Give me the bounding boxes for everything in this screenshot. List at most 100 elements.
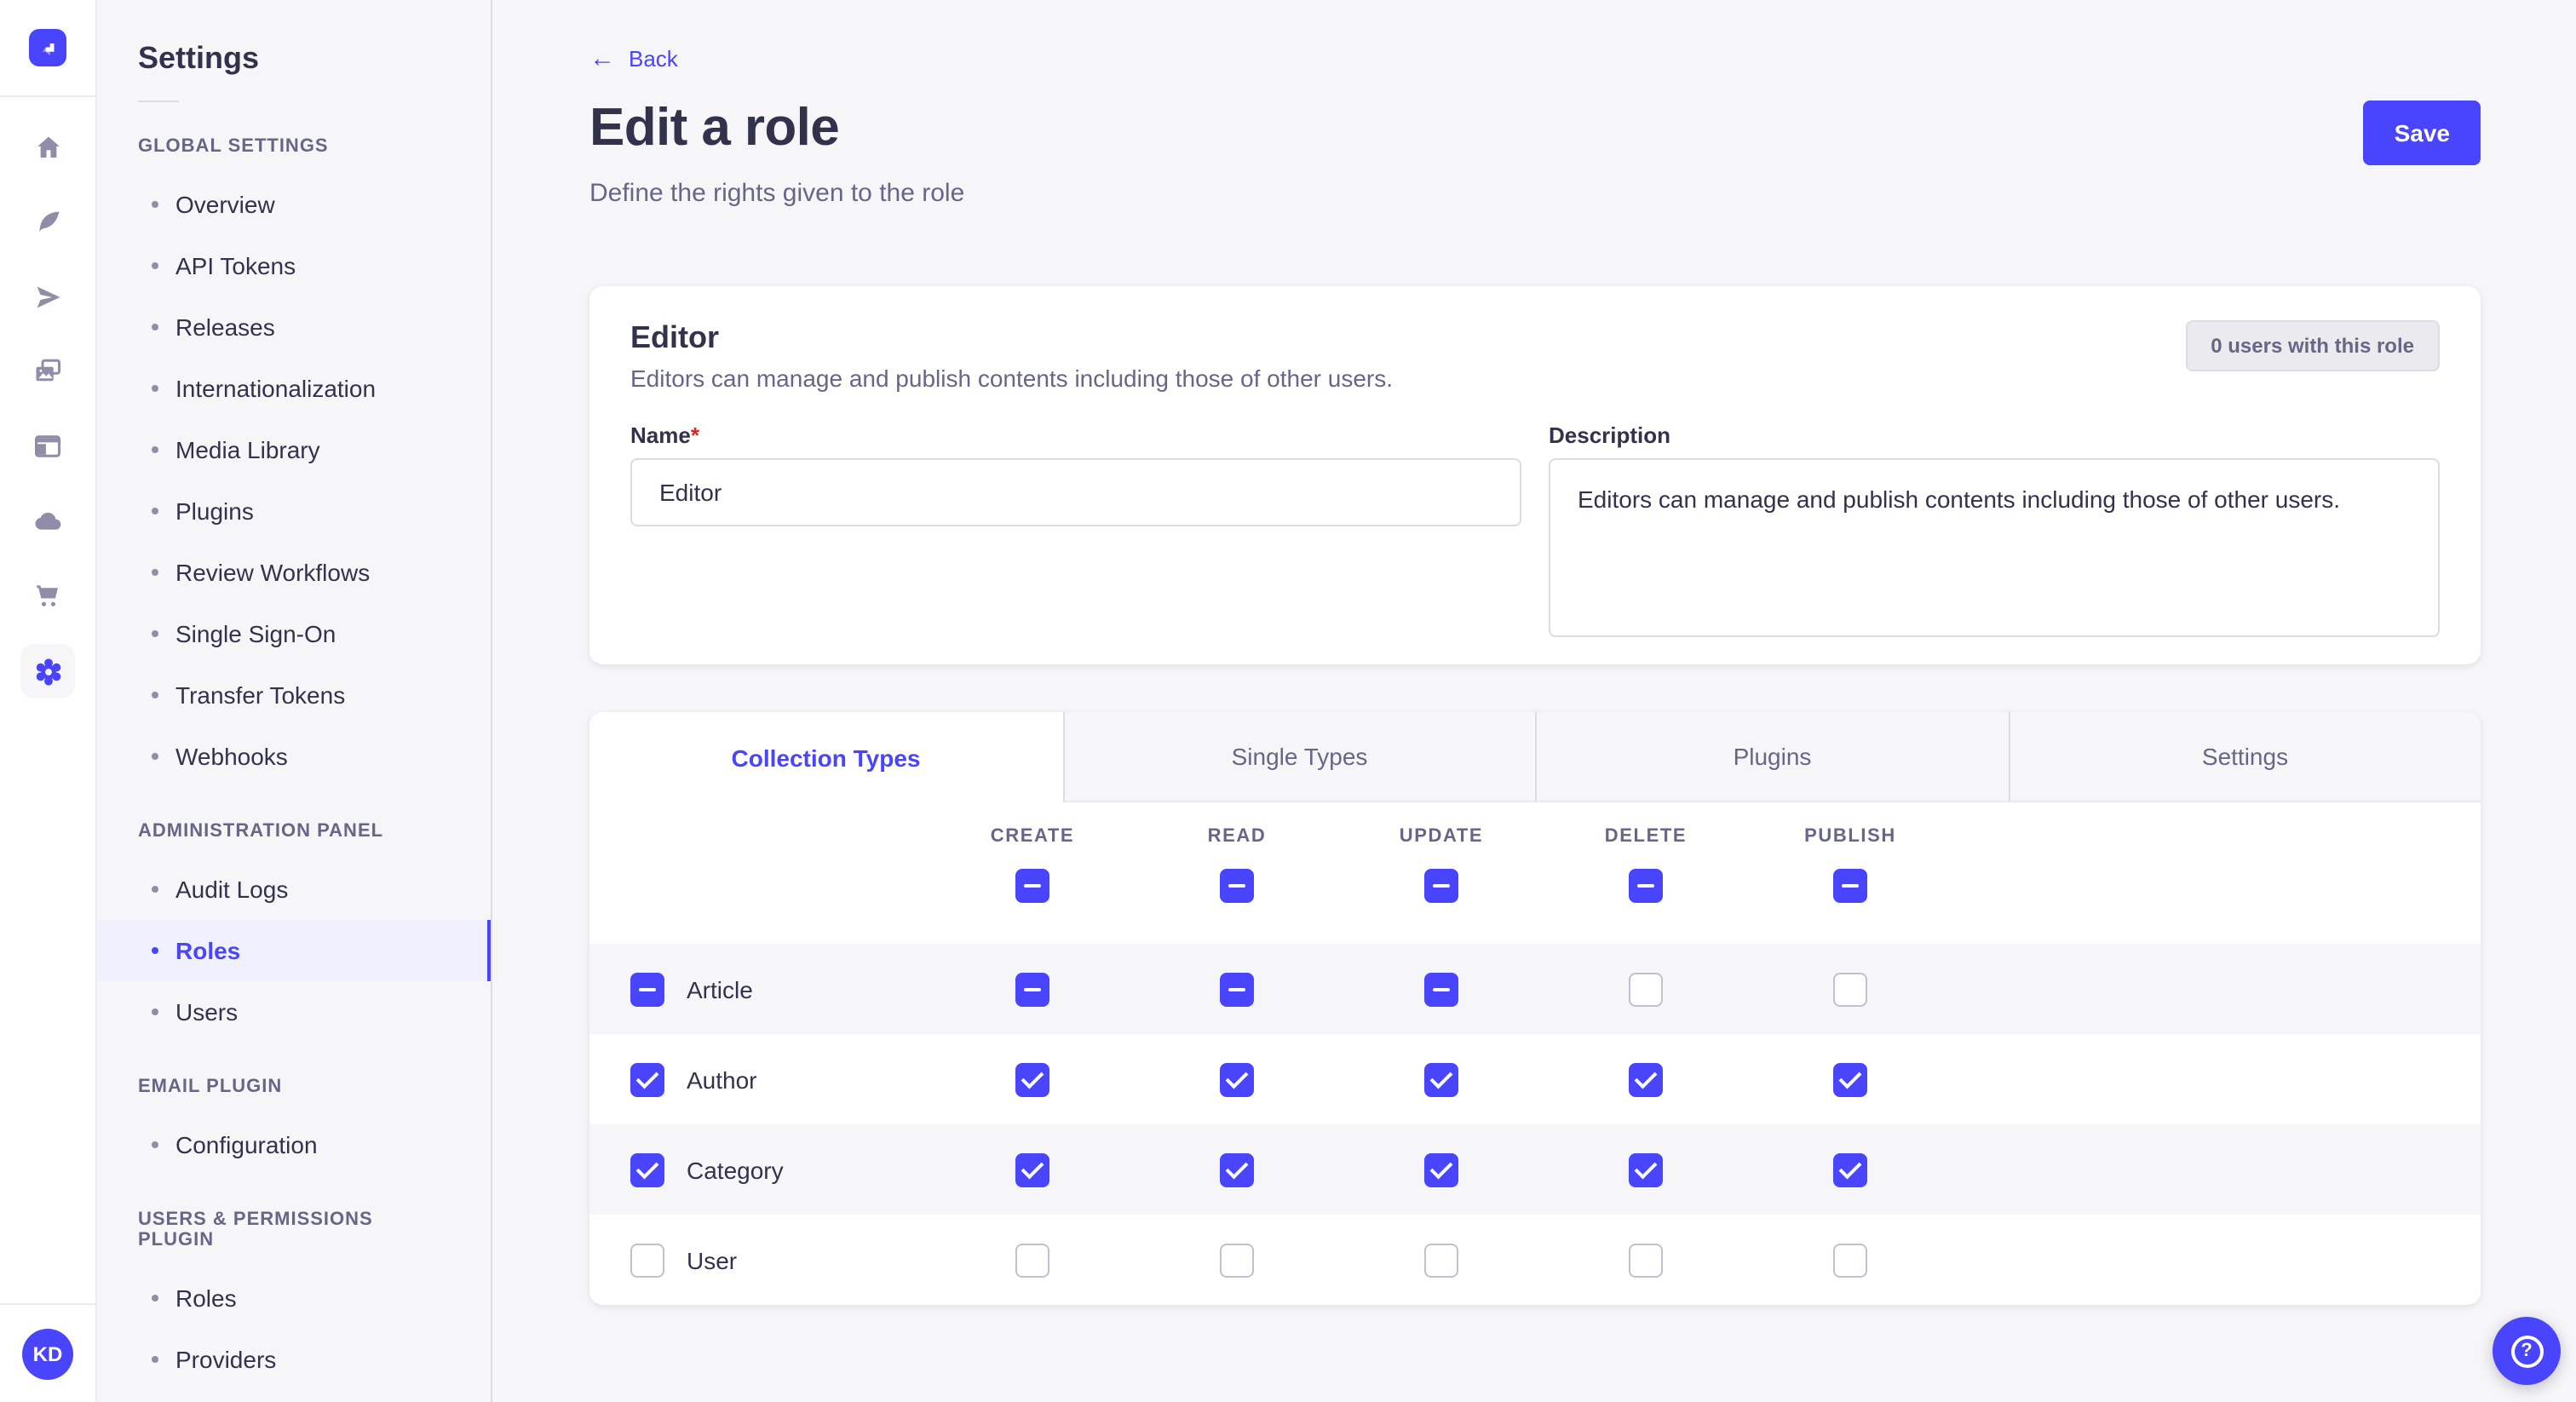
checkbox-author-delete[interactable] — [1629, 1062, 1663, 1096]
sidebar-item-overview[interactable]: Overview — [97, 174, 491, 235]
gear-icon[interactable] — [20, 644, 75, 698]
checkbox-article-publish[interactable] — [1833, 972, 1867, 1006]
checkbox-user-create[interactable] — [1015, 1243, 1049, 1277]
select-all-delete-checkbox[interactable] — [1629, 869, 1663, 903]
sidebar-item-label: Roles — [175, 1284, 237, 1312]
row-select-checkbox-user[interactable] — [630, 1243, 664, 1277]
bullet-icon — [152, 1356, 158, 1363]
description-field-label: Description — [1549, 422, 2440, 448]
sidebar-item-up-roles[interactable]: Roles — [97, 1267, 491, 1329]
main-content: ← Back Edit a role Save Define the right… — [494, 0, 2576, 1402]
column-header-publish: PUBLISH — [1748, 826, 1952, 847]
strapi-logo[interactable] — [29, 29, 66, 66]
permission-row-author: Author — [589, 1034, 2481, 1124]
checkbox-user-read[interactable] — [1220, 1243, 1254, 1277]
checkbox-author-create[interactable] — [1015, 1062, 1049, 1096]
back-link[interactable]: ← Back — [589, 46, 678, 72]
sidebar-item-label: Roles — [175, 937, 240, 964]
home-icon[interactable] — [20, 119, 75, 174]
name-field[interactable] — [630, 458, 1521, 526]
checkbox-category-create[interactable] — [1015, 1152, 1049, 1187]
sidebar-item-providers[interactable]: Providers — [97, 1329, 491, 1390]
sidebar-item-configuration[interactable]: Configuration — [97, 1114, 491, 1175]
tab-plugins[interactable]: Plugins — [1535, 712, 2008, 802]
sidebar-item-releases[interactable]: Releases — [97, 296, 491, 358]
checkbox-category-update[interactable] — [1424, 1152, 1458, 1187]
bullet-icon — [152, 1295, 158, 1301]
sidebar-item-single-sign-on[interactable]: Single Sign-On — [97, 603, 491, 664]
checkbox-user-publish[interactable] — [1833, 1243, 1867, 1277]
checkbox-author-publish[interactable] — [1833, 1062, 1867, 1096]
sidebar-item-label: Media Library — [175, 436, 320, 463]
sidebar-item-webhooks[interactable]: Webhooks — [97, 726, 491, 787]
checkbox-author-read[interactable] — [1220, 1062, 1254, 1096]
row-label: User — [687, 1246, 737, 1273]
help-button[interactable]: ? — [2493, 1317, 2561, 1385]
paper-plane-icon[interactable] — [20, 269, 75, 324]
select-all-update-checkbox[interactable] — [1424, 869, 1458, 903]
select-all-read-checkbox[interactable] — [1220, 869, 1254, 903]
media-library-icon[interactable] — [20, 344, 75, 399]
sidebar-item-label: Single Sign-On — [175, 620, 336, 647]
sidebar-item-label: Releases — [175, 313, 275, 341]
bullet-icon — [152, 753, 158, 760]
main-nav-rail: KD — [0, 0, 97, 1402]
sidebar-item-users[interactable]: Users — [97, 981, 491, 1043]
section-label: EMAIL PLUGIN — [138, 1077, 450, 1097]
tab-collection-types[interactable]: Collection Types — [589, 712, 1062, 802]
row-select-checkbox-article[interactable] — [630, 972, 664, 1006]
checkbox-category-delete[interactable] — [1629, 1152, 1663, 1187]
checkbox-article-delete[interactable] — [1629, 972, 1663, 1006]
select-all-publish-checkbox[interactable] — [1833, 869, 1867, 903]
checkbox-user-update[interactable] — [1424, 1243, 1458, 1277]
description-field[interactable]: Editors can manage and publish contents … — [1549, 458, 2440, 637]
shopping-cart-icon[interactable] — [20, 569, 75, 623]
sidebar-item-label: Users — [175, 998, 238, 1026]
sidebar-item-review-workflows[interactable]: Review Workflows — [97, 542, 491, 603]
users-with-role-badge[interactable]: 0 users with this role — [2185, 320, 2440, 371]
bullet-icon — [152, 446, 158, 453]
select-all-create-checkbox[interactable] — [1015, 869, 1049, 903]
name-field-label: Name* — [630, 422, 1521, 448]
sidebar-item-transfer-tokens[interactable]: Transfer Tokens — [97, 664, 491, 726]
sidebar-item-api-tokens[interactable]: API Tokens — [97, 235, 491, 296]
bullet-icon — [152, 692, 158, 698]
sidebar-item-label: API Tokens — [175, 252, 296, 279]
checkbox-article-create[interactable] — [1015, 972, 1049, 1006]
bullet-icon — [152, 324, 158, 330]
sidebar-item-label: Webhooks — [175, 743, 288, 770]
checkbox-article-update[interactable] — [1424, 972, 1458, 1006]
save-button[interactable]: Save — [2364, 101, 2481, 165]
feather-icon[interactable] — [20, 194, 75, 249]
bullet-icon — [152, 630, 158, 637]
cloud-icon[interactable] — [20, 494, 75, 549]
checkbox-category-publish[interactable] — [1833, 1152, 1867, 1187]
sidebar-item-audit-logs[interactable]: Audit Logs — [97, 859, 491, 920]
question-mark-icon: ? — [2510, 1335, 2543, 1367]
section-label: USERS & PERMISSIONS PLUGIN — [138, 1210, 450, 1250]
back-label: Back — [629, 46, 678, 72]
sidebar-item-plugins[interactable]: Plugins — [97, 480, 491, 542]
checkbox-category-read[interactable] — [1220, 1152, 1254, 1187]
bullet-icon — [152, 569, 158, 576]
column-header-read: READ — [1135, 826, 1339, 847]
bullet-icon — [152, 1141, 158, 1148]
permission-row-category: Category — [589, 1124, 2481, 1215]
subnav-title: Settings — [138, 41, 450, 77]
checkbox-user-delete[interactable] — [1629, 1243, 1663, 1277]
row-label: Author — [687, 1066, 757, 1093]
sidebar-item-roles[interactable]: Roles — [97, 920, 491, 981]
subnav-section-administration-panel: ADMINISTRATION PANEL Audit Logs Roles Us… — [97, 821, 491, 1043]
row-select-checkbox-category[interactable] — [630, 1152, 664, 1187]
checkbox-article-read[interactable] — [1220, 972, 1254, 1006]
sidebar-item-label: Providers — [175, 1346, 276, 1373]
user-avatar[interactable]: KD — [22, 1328, 73, 1379]
sidebar-item-label: Overview — [175, 191, 275, 218]
layout-icon[interactable] — [20, 419, 75, 474]
sidebar-item-media-library[interactable]: Media Library — [97, 419, 491, 480]
row-select-checkbox-author[interactable] — [630, 1062, 664, 1096]
tab-settings[interactable]: Settings — [2008, 712, 2481, 802]
checkbox-author-update[interactable] — [1424, 1062, 1458, 1096]
sidebar-item-internationalization[interactable]: Internationalization — [97, 358, 491, 419]
tab-single-types[interactable]: Single Types — [1062, 712, 1535, 802]
